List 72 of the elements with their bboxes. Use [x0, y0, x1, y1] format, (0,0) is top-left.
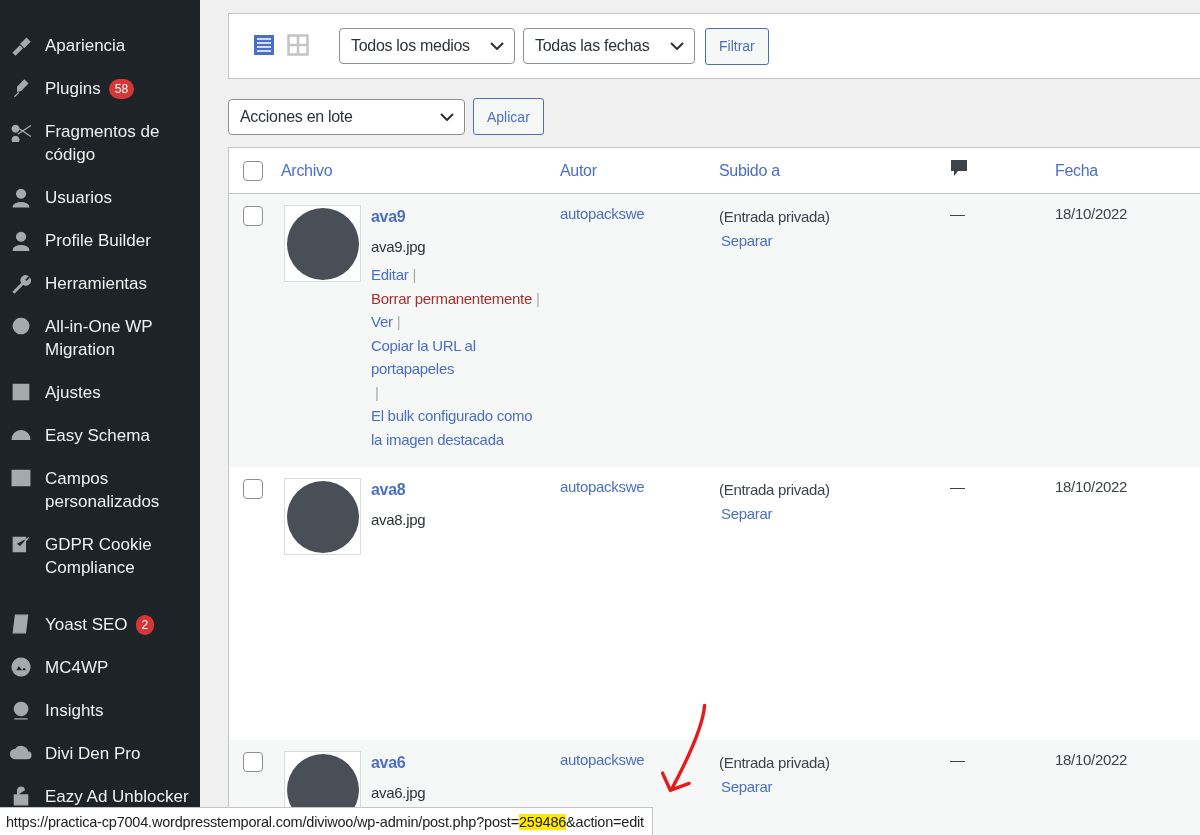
action-separator: |: [375, 383, 379, 401]
comment-count: —: [950, 205, 965, 222]
file-name: ava6.jpg: [371, 782, 427, 803]
chevron-icon: [670, 42, 684, 50]
sidebar-item[interactable]: Fragmentos de código: [0, 110, 200, 176]
sidebar-item[interactable]: Ajustes: [0, 371, 200, 414]
sidebar-item[interactable]: All-in-One WP Migration: [0, 305, 200, 371]
row-action-link[interactable]: Copiar la URL al portapapeles: [371, 333, 546, 381]
sidebar-item[interactable]: Profile Builder: [0, 219, 200, 262]
sidebar-item[interactable]: GDPR Cookie Compliance: [0, 523, 200, 589]
column-header[interactable]: Subido a: [719, 161, 950, 180]
sidebar-item[interactable]: MC4WP: [0, 646, 200, 689]
menu-item-icon: [10, 381, 32, 403]
comment-count: —: [950, 478, 965, 495]
row-checkbox[interactable]: [243, 479, 263, 499]
detach-link[interactable]: Separar: [721, 505, 773, 522]
uploaded-to-text: (Entrada privada): [719, 207, 831, 227]
comment-count: —: [950, 751, 965, 768]
menu-item-icon: [10, 34, 32, 56]
column-header[interactable]: Autor: [560, 161, 719, 180]
date-text: 18/10/2022: [1055, 478, 1128, 495]
media-type-select[interactable]: Todos los medios: [339, 28, 515, 64]
file-name: ava9.jpg: [371, 236, 427, 257]
apply-button[interactable]: Aplicar: [473, 98, 544, 135]
sidebar-item[interactable]: Yoast SEO 2: [0, 589, 200, 646]
column-header[interactable]: Fecha: [1055, 161, 1200, 180]
uploaded-to-text: (Entrada privada): [719, 480, 831, 500]
date-text: 18/10/2022: [1055, 751, 1128, 768]
row-action-link[interactable]: El bulk configurado como la imagen destacada: [371, 404, 546, 451]
sidebar-item[interactable]: Campos personalizados: [0, 457, 200, 523]
uploaded-to-text: (Entrada privada): [719, 753, 831, 773]
file-name: ava8.jpg: [371, 509, 427, 530]
menu-item-icon: [10, 229, 32, 251]
sidebar-item[interactable]: Herramientas: [0, 262, 200, 305]
action-separator: |: [412, 266, 416, 283]
menu-item-icon: [10, 467, 32, 489]
detach-link[interactable]: Separar: [721, 232, 773, 249]
action-separator: |: [396, 313, 401, 330]
count-badge: 2: [135, 615, 155, 635]
author-link[interactable]: autopackswe: [560, 751, 645, 768]
menu-item-icon: [10, 656, 32, 678]
sidebar-item[interactable]: Apariencia: [0, 24, 200, 67]
sidebar-item[interactable]: Plugins 58: [0, 67, 200, 110]
date-select[interactable]: Todas las fechas: [523, 28, 695, 64]
chevron-icon: [490, 42, 504, 50]
menu-item-icon: [10, 186, 32, 208]
bulk-actions-select[interactable]: Acciones en lote: [228, 98, 465, 135]
menu-item-icon: [10, 272, 32, 294]
author-link[interactable]: autopackswe: [560, 205, 645, 222]
count-badge: 58: [108, 79, 135, 99]
sidebar-item[interactable]: Insights: [0, 689, 200, 732]
detach-link[interactable]: Separar: [721, 778, 773, 795]
media-title-link[interactable]: ava8: [371, 481, 406, 498]
author-link[interactable]: autopackswe: [560, 478, 645, 495]
row-checkbox[interactable]: [243, 206, 263, 226]
chevron-icon: [440, 112, 454, 121]
action-separator: |: [536, 289, 540, 307]
media-title-link[interactable]: ava6: [371, 754, 406, 771]
sidebar-item[interactable]: Usuarios: [0, 176, 200, 219]
row-action-link[interactable]: Ver: [371, 310, 393, 334]
sidebar-item[interactable]: Easy Schema: [0, 414, 200, 457]
column-header[interactable]: Archivo: [281, 161, 560, 180]
filter-button[interactable]: Filtrar: [705, 27, 769, 65]
row-action-link[interactable]: Borrar permanentemente: [371, 286, 532, 310]
row-checkbox[interactable]: [243, 752, 263, 772]
row-action-link[interactable]: Editar: [371, 263, 409, 287]
comment-bubble-icon: [950, 158, 968, 177]
date-text: 18/10/2022: [1055, 205, 1128, 222]
media-title-link[interactable]: ava9: [371, 208, 406, 225]
select-all-checkbox[interactable]: [243, 160, 263, 181]
sidebar-item[interactable]: Divi Den Pro: [0, 732, 200, 775]
menu-item-icon: [10, 315, 32, 337]
